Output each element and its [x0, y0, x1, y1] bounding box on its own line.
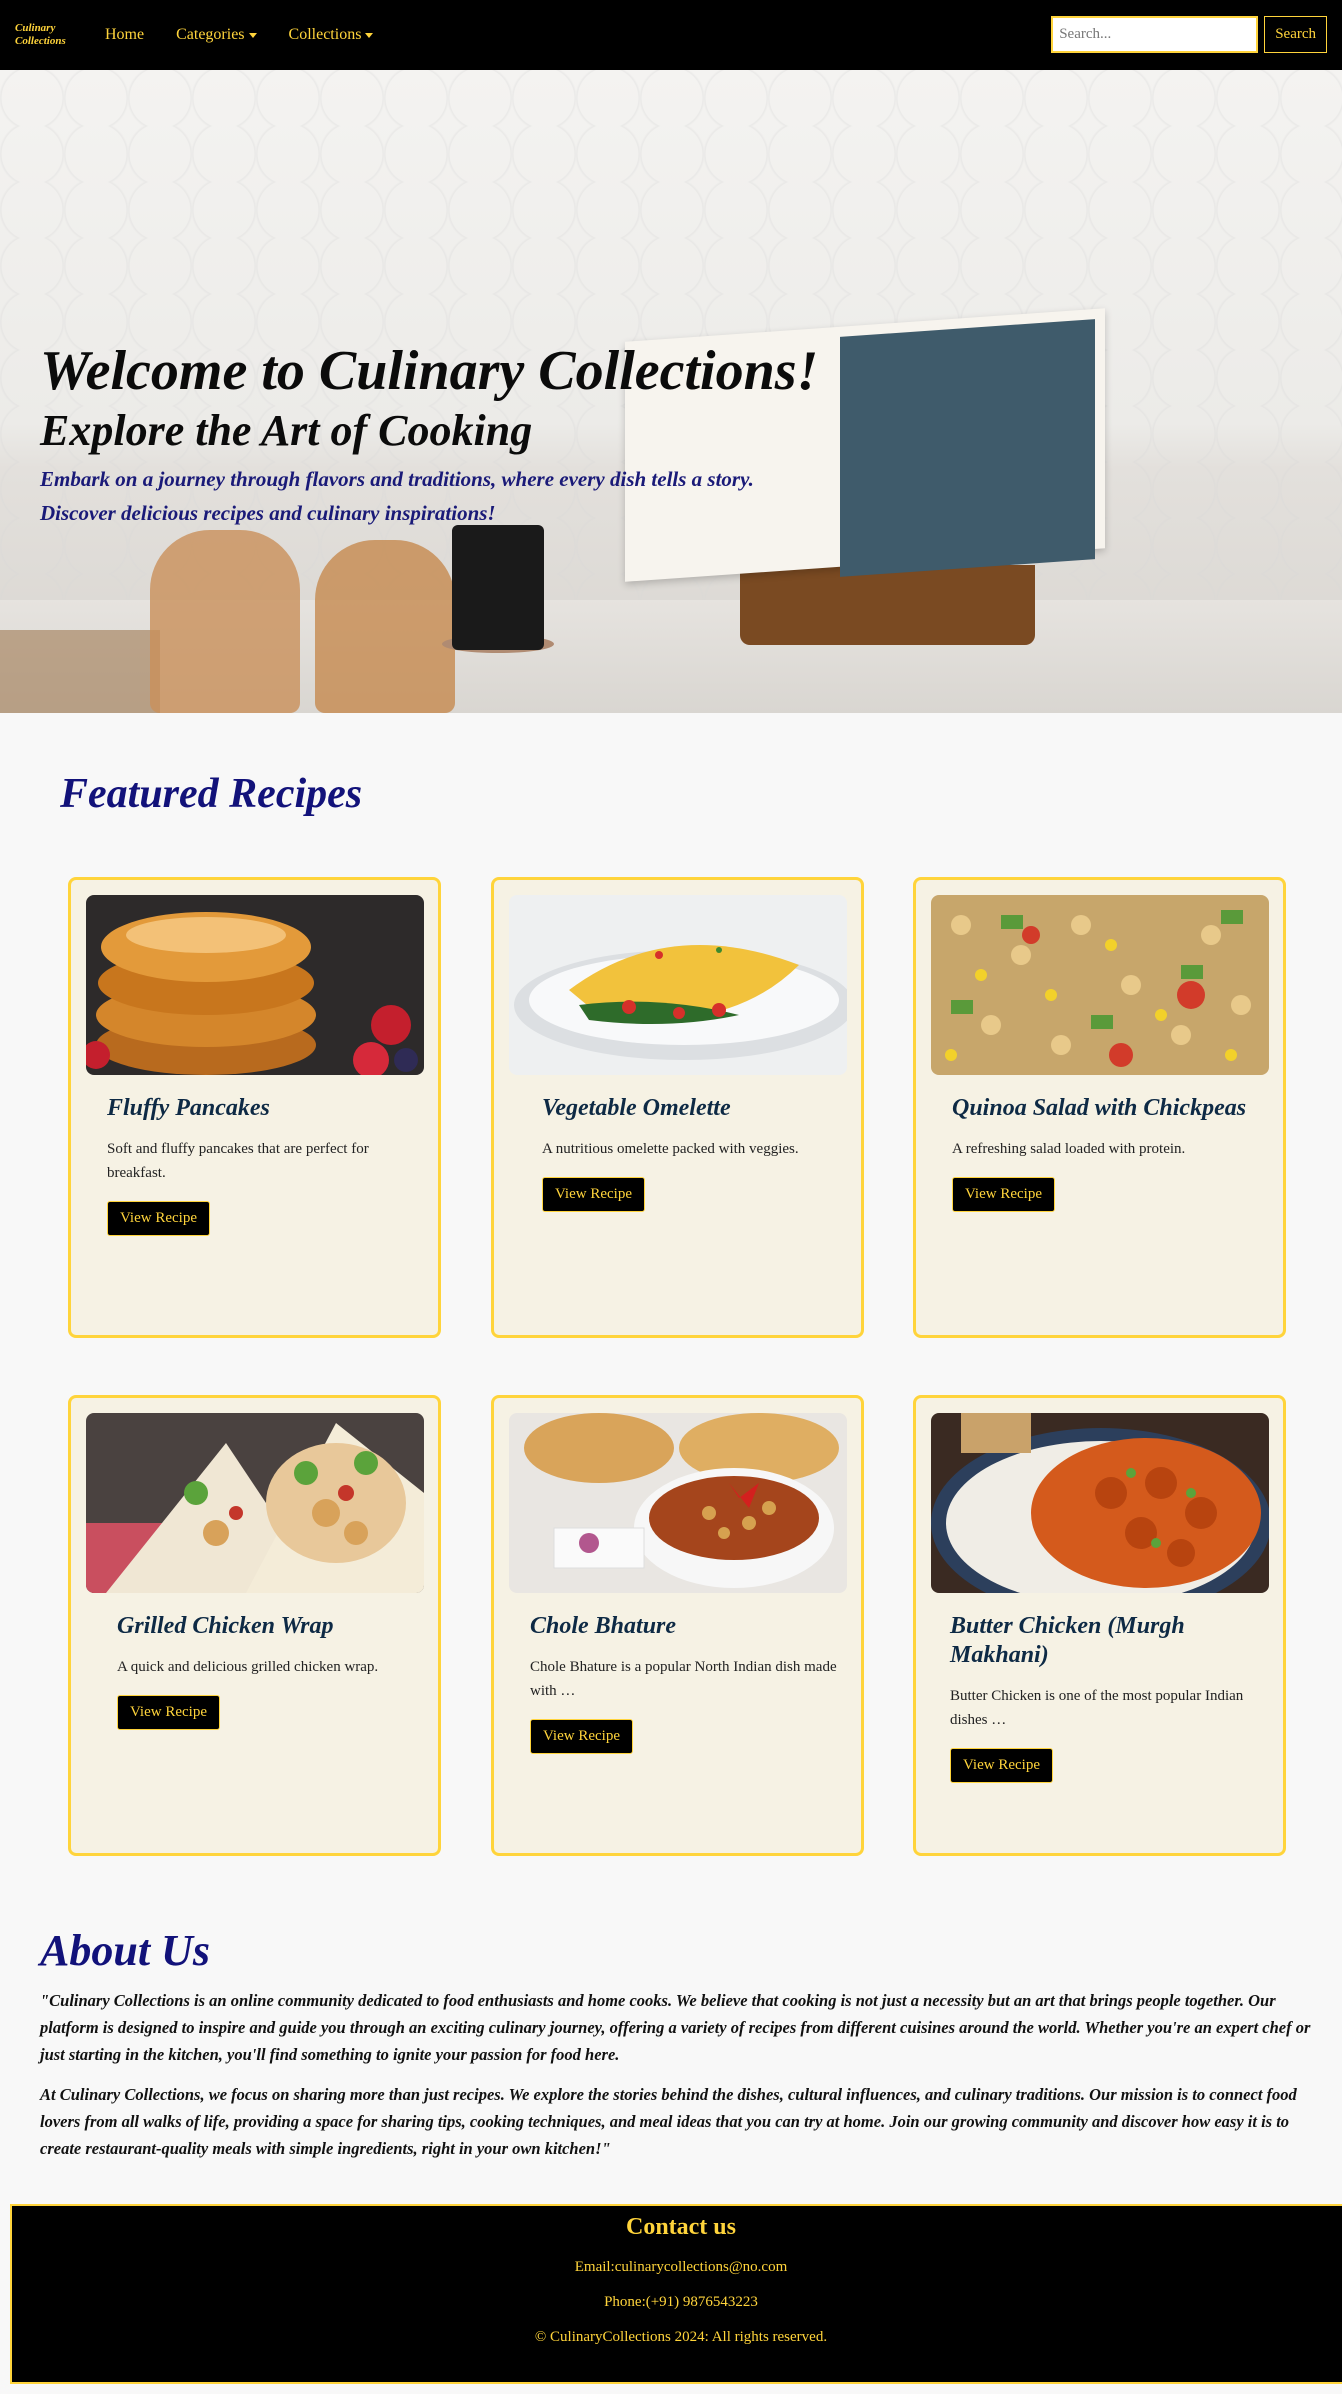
recipe-title: Chole Bhature — [530, 1613, 677, 1639]
search-button[interactable]: Search — [1264, 16, 1327, 53]
recipe-image-chicken-wrap[interactable] — [86, 1413, 424, 1593]
about-text: "Culinary Collections is an online commu… — [40, 1987, 1322, 2162]
hero-tagline-line-2: Discover delicious recipes and culinary … — [40, 501, 496, 525]
caret-down-icon — [365, 32, 374, 38]
footer-title: Contact us — [625, 2214, 736, 2240]
recipe-card: Fluffy Pancakes Soft and fluffy pancakes… — [68, 877, 441, 1338]
hero-jar — [315, 540, 455, 713]
caret-down-icon — [248, 32, 257, 38]
hero-title: Welcome to Culinary Collections! — [40, 340, 819, 402]
recipe-description: Butter Chicken is one of the most popula… — [950, 1688, 1244, 1728]
recipe-image-pancakes[interactable] — [86, 895, 424, 1075]
about-title: About Us — [40, 1926, 210, 1975]
footer: Contact us Email:culinarycollections@no.… — [10, 2204, 1342, 2384]
recipe-description: Soft and fluffy pancakes that are perfec… — [107, 1141, 369, 1181]
nav-home-label: Home — [105, 26, 145, 43]
recipe-description: Chole Bhature is a popular North Indian … — [530, 1659, 837, 1699]
recipe-card: Butter Chicken (Murgh Makhani) Butter Ch… — [913, 1395, 1286, 1856]
view-recipe-button[interactable]: View Recipe — [542, 1177, 645, 1212]
nav-links: Home Categories Collections — [105, 26, 405, 44]
recipe-card: Chole Bhature Chole Bhature is a popular… — [491, 1395, 864, 1856]
recipe-image-omelette[interactable] — [509, 895, 847, 1075]
hero-tagline: Embark on a journey through flavors and … — [40, 462, 820, 530]
nav-collections-dropdown[interactable]: Collections — [289, 26, 374, 44]
recipe-title: Fluffy Pancakes — [107, 1095, 270, 1121]
recipe-image-butter-chicken[interactable] — [931, 1413, 1269, 1593]
nav-categories-dropdown[interactable]: Categories — [176, 26, 257, 44]
navbar: Culinary Collections Home Categories Col… — [0, 0, 1342, 70]
nav-categories-label: Categories — [176, 26, 245, 43]
brand-logo[interactable]: Culinary Collections — [15, 22, 85, 48]
recipe-card: Vegetable Omelette A nutritious omelette… — [491, 877, 864, 1338]
footer-copyright: © CulinaryCollections 2024: All rights r… — [534, 2329, 828, 2345]
recipe-description: A nutritious omelette packed with veggie… — [542, 1141, 799, 1157]
nav-home[interactable]: Home — [105, 26, 144, 44]
recipe-title: Quinoa Salad with Chickpeas — [952, 1095, 1247, 1121]
recipe-title: Vegetable Omelette — [542, 1095, 731, 1121]
hero-tagline-line-1: Embark on a journey through flavors and … — [40, 467, 754, 491]
about-paragraph-2: At Culinary Collections, we focus on sha… — [40, 2085, 1297, 2158]
view-recipe-button[interactable]: View Recipe — [530, 1719, 633, 1754]
recipe-title: Butter Chicken (Murgh Makhani) — [950, 1613, 1185, 1668]
search-input[interactable] — [1051, 16, 1259, 53]
view-recipe-button[interactable]: View Recipe — [950, 1748, 1053, 1783]
hero-text: Welcome to Culinary Collections! Explore… — [40, 338, 820, 530]
view-recipe-button[interactable]: View Recipe — [117, 1695, 220, 1730]
search-form: Search — [1051, 16, 1327, 53]
view-recipe-button[interactable]: View Recipe — [107, 1201, 210, 1236]
about-paragraph-1: "Culinary Collections is an online commu… — [40, 1991, 1311, 2064]
featured-title: Featured Recipes — [60, 771, 363, 817]
view-recipe-button[interactable]: View Recipe — [952, 1177, 1055, 1212]
recipe-image-chole-bhature[interactable] — [509, 1413, 847, 1593]
recipe-card: Grilled Chicken Wrap A quick and delicio… — [68, 1395, 441, 1856]
hero-jar — [150, 530, 300, 713]
hero-subtitle: Explore the Art of Cooking — [40, 406, 533, 455]
recipe-description: A refreshing salad loaded with protein. — [952, 1141, 1186, 1157]
hero-banner: Welcome to Culinary Collections! Explore… — [0, 70, 1342, 713]
recipe-description: A quick and delicious grilled chicken wr… — [117, 1659, 379, 1675]
hero-cutting-board — [0, 630, 160, 713]
recipe-card: Quinoa Salad with Chickpeas A refreshing… — [913, 877, 1286, 1338]
footer-phone: Phone:(+91) 9876543223 — [604, 2294, 758, 2310]
hero-book-photo-page — [840, 319, 1095, 577]
hero-candle — [452, 525, 544, 650]
nav-collections-label: Collections — [288, 26, 362, 43]
recipe-image-quinoa-salad[interactable] — [931, 895, 1269, 1075]
hero-book-stand — [740, 565, 1035, 645]
footer-email[interactable]: Email:culinarycollections@no.com — [12, 2259, 1342, 2276]
recipe-title: Grilled Chicken Wrap — [117, 1613, 334, 1639]
